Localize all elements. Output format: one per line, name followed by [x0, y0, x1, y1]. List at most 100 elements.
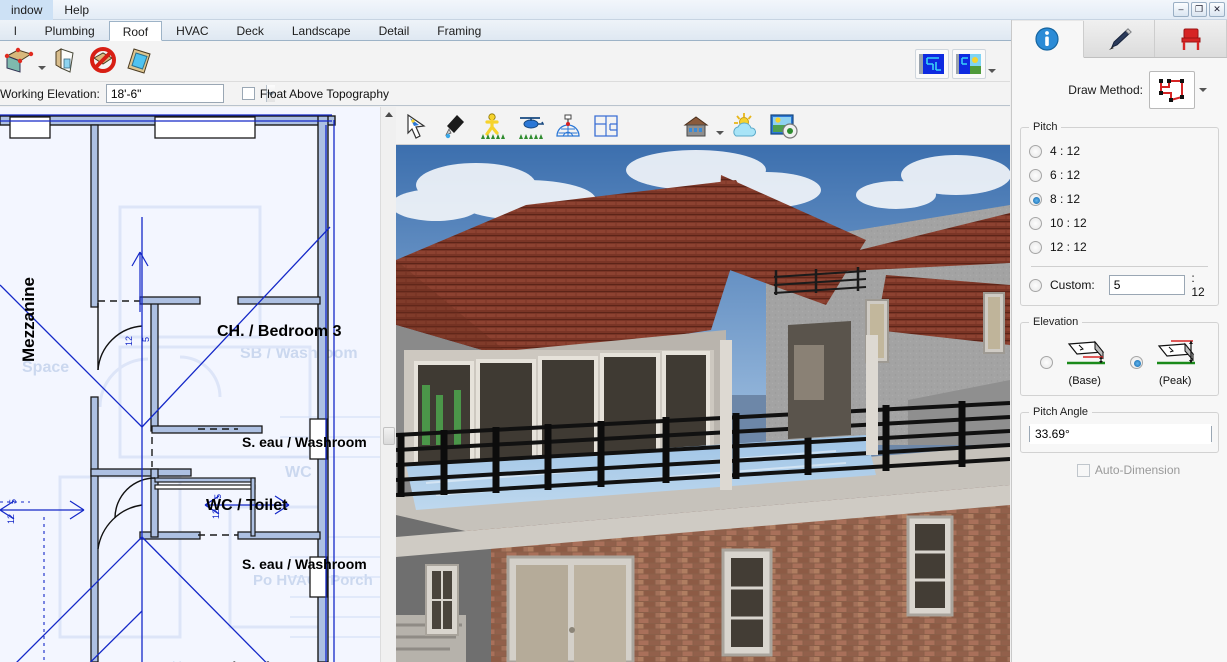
tab-hvac[interactable]: HVAC [162, 20, 222, 40]
minimize-button[interactable]: – [1173, 2, 1189, 17]
pitch-custom-field[interactable] [1108, 275, 1186, 295]
radio-indicator [1039, 356, 1053, 369]
pitch-angle-legend: Pitch Angle [1033, 406, 1089, 418]
plan-text: WC [285, 464, 312, 481]
info-circle-icon [1035, 27, 1059, 51]
draw-method-dropdown[interactable] [1195, 71, 1211, 109]
pitch-option-8-12[interactable]: 8 : 12 [1029, 187, 1210, 211]
eyedropper-button[interactable] [436, 109, 472, 143]
pitch-option-12-12[interactable]: 12 : 12 [1029, 235, 1210, 259]
pitch-custom-label: Custom: [1050, 278, 1095, 292]
plan-window-icon [919, 54, 944, 74]
plan-text: WC / Toilet [206, 497, 288, 514]
sun-angle-button[interactable] [728, 109, 764, 143]
rendering-settings-button[interactable] [766, 109, 802, 143]
tab-library[interactable] [1155, 20, 1227, 57]
menu-window[interactable]: indow [0, 0, 54, 20]
delete-roof-icon [90, 47, 116, 73]
tab-landscape[interactable]: Landscape [278, 20, 365, 40]
plan-vertical-scrollbar[interactable] [380, 107, 396, 662]
plan-text: Mezzanine [19, 277, 38, 362]
window-layout-dropdown[interactable] [986, 46, 998, 82]
tab-detail[interactable]: Detail [365, 20, 424, 40]
dormer-button[interactable] [50, 43, 84, 79]
split-window-icon [956, 54, 981, 74]
tab-plumbing[interactable]: Plumbing [31, 20, 109, 40]
delete-roof-button[interactable] [86, 43, 120, 79]
floor-plan-view[interactable]: SpaceSB / WashroomWCPo HVAC / PorchEntré… [0, 107, 380, 662]
walkthrough-person-icon [481, 112, 505, 139]
dormer-icon [55, 48, 74, 73]
pitch-option-label: 4 : 12 [1050, 144, 1081, 158]
draw-method-button[interactable] [1149, 71, 1195, 109]
skylight-button[interactable] [122, 43, 156, 79]
tab-framing[interactable]: Framing [423, 20, 495, 40]
float-above-topography-checkbox[interactable]: Float Above Topography [241, 86, 390, 101]
roof-toolbar [0, 41, 1010, 82]
tab-deck[interactable]: Deck [223, 20, 278, 40]
application-window: indow Help – ❐ ✕ l Plumbing Roof HVAC De… [0, 0, 1227, 662]
plan-text: S. eau / Washroom [242, 434, 367, 450]
plan-text: 5 [141, 337, 151, 342]
draw-method-row: Draw Method: [1012, 58, 1227, 121]
helicopter-flyover-icon [519, 116, 544, 139]
pitch-option-10-12[interactable]: 10 : 12 [1029, 211, 1210, 235]
plan-text: S. eau / Washroom [242, 556, 367, 572]
pen-nib-icon [1109, 27, 1132, 50]
menu-help[interactable]: Help [53, 0, 100, 20]
chair-icon [1181, 28, 1201, 50]
pitch-angle-input[interactable] [1030, 424, 1211, 444]
working-elevation-combo[interactable] [105, 84, 275, 103]
plan-window-button[interactable] [915, 49, 949, 79]
plan-text: 5 [8, 499, 18, 504]
orbit-globe-icon [556, 114, 580, 137]
orbit-camera-button[interactable] [550, 109, 586, 143]
elevation-group: Elevation (Base) (Peak) [1020, 316, 1219, 396]
plan-text: CH. / Bedroom 3 [217, 323, 342, 340]
select-arrow-button[interactable] [398, 109, 434, 143]
elevation-legend: Elevation [1033, 316, 1079, 328]
restore-button[interactable]: ❐ [1191, 2, 1207, 17]
pitch-option-label: 8 : 12 [1050, 192, 1081, 206]
close-button[interactable]: ✕ [1209, 2, 1225, 17]
auto-dimension-row: Auto-Dimension [1012, 463, 1227, 477]
scrollbar-thumb[interactable] [383, 427, 395, 445]
build-roof-button[interactable] [2, 43, 36, 79]
elevation-option-base[interactable]: (Base) [1039, 338, 1109, 387]
pitch-option-6-12[interactable]: 6 : 12 [1029, 163, 1210, 187]
walkthrough-button[interactable] [474, 109, 510, 143]
float-above-topography-label: Float Above Topography [259, 86, 390, 101]
pitch-option-label: 12 : 12 [1050, 240, 1087, 254]
split-window-button[interactable] [952, 49, 986, 79]
build-roof-dropdown[interactable] [36, 43, 48, 79]
pitch-angle-field[interactable] [1029, 424, 1212, 444]
menu-bar: indow Help – ❐ ✕ [0, 0, 1227, 20]
camera-toolbar [396, 107, 1010, 145]
pitch-divider [1031, 266, 1209, 267]
tab-electrical[interactable]: l [0, 20, 31, 40]
pitch-option-label: 10 : 12 [1050, 216, 1087, 230]
full-camera-button[interactable] [678, 109, 714, 143]
checkbox-box [1076, 463, 1090, 477]
lower-double-door [506, 555, 635, 662]
pitch-custom-row[interactable]: Custom: : 12 [1029, 271, 1210, 299]
pitch-custom-input[interactable] [1109, 276, 1185, 294]
elevation-option-peak[interactable]: (Peak) [1130, 338, 1199, 387]
tab-roof[interactable]: Roof [108, 21, 163, 41]
roof-peak-elevation-icon [1157, 340, 1196, 365]
radio-indicator [1130, 356, 1144, 369]
pitch-angle-group: Pitch Angle [1020, 406, 1219, 453]
flyover-button[interactable] [512, 109, 548, 143]
plan-overlay-button[interactable] [588, 109, 624, 143]
plan-text: 12 [124, 336, 134, 346]
auto-dimension-checkbox[interactable]: Auto-Dimension [1076, 463, 1180, 477]
tab-edit-pen[interactable] [1083, 20, 1156, 57]
radio-indicator [1029, 278, 1042, 292]
pitch-option-4-12[interactable]: 4 : 12 [1029, 139, 1210, 163]
polygon-roof-icon [1159, 79, 1184, 102]
inspector-tab-strip [1012, 20, 1227, 58]
tab-info[interactable] [1012, 21, 1084, 58]
camera-dropdown[interactable] [714, 108, 726, 144]
scroll-up-arrow-icon[interactable] [381, 107, 396, 122]
camera-3d-view[interactable] [396, 145, 1010, 662]
